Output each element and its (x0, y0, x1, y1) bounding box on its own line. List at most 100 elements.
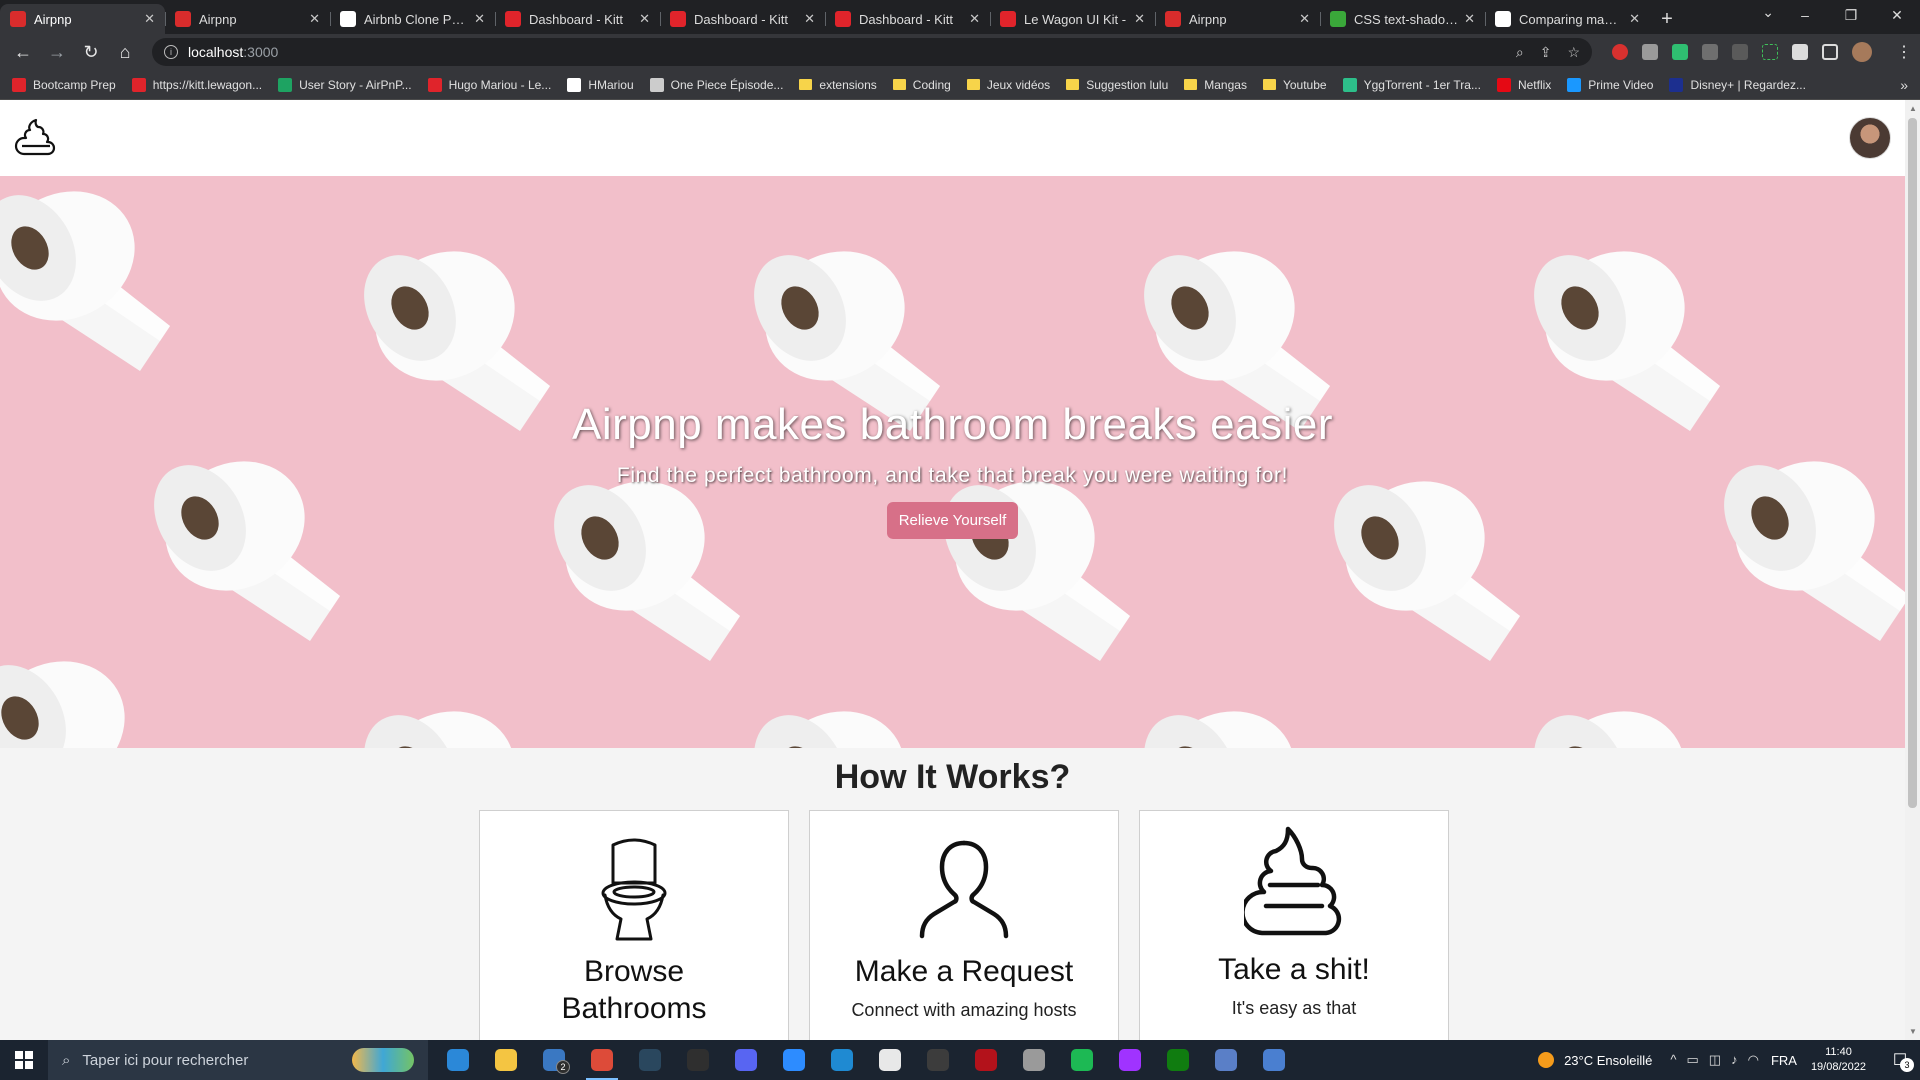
card-text: It's easy as that (1231, 998, 1357, 1018)
xbox-icon[interactable] (1154, 1040, 1202, 1080)
page-scrollbar[interactable]: ▲ ▼ (1905, 100, 1920, 1040)
bookmark-item[interactable]: HMariou (567, 77, 634, 92)
zoom-icon[interactable] (770, 1040, 818, 1080)
chevron-up-icon[interactable]: ^ (1670, 1052, 1676, 1068)
extension-icon[interactable] (1642, 44, 1658, 60)
notification-center-icon[interactable]: ☐3 (1880, 1040, 1920, 1080)
app-clock-icon[interactable] (1010, 1040, 1058, 1080)
relieve-yourself-button[interactable]: Relieve Yourself (886, 501, 1019, 539)
bookmarks-overflow-icon[interactable]: » (1900, 77, 1908, 93)
browser-menu-icon[interactable]: ⋮ (1896, 42, 1912, 62)
tab-close-icon[interactable]: ✕ (639, 11, 650, 27)
tab-close-icon[interactable]: ✕ (1464, 11, 1475, 27)
bookmark-folder[interactable]: Suggestion lulu (1066, 78, 1168, 92)
bookmark-item[interactable]: Hugo Mariou - Le... (427, 77, 551, 92)
messenger-icon[interactable] (1106, 1040, 1154, 1080)
bookmark-folder[interactable]: Coding (892, 78, 951, 92)
tab-search-icon[interactable]: ⌄ (1762, 4, 1774, 21)
bookmark-item[interactable]: https://kitt.lewagon... (131, 77, 262, 92)
bookmark-folder[interactable]: Jeux vidéos (966, 78, 1050, 92)
browser-tab[interactable]: Le Wagon UI Kit - ✕ (990, 4, 1155, 34)
bookmark-item[interactable]: Prime Video (1567, 77, 1653, 92)
browser-tab[interactable]: Dashboard - Kitt ✕ (660, 4, 825, 34)
tab-close-icon[interactable]: ✕ (1629, 11, 1640, 27)
volume-icon[interactable]: ♪ (1731, 1052, 1738, 1068)
zoom-icon[interactable]: ⌕ (1516, 44, 1524, 61)
site-info-icon[interactable]: i (164, 45, 178, 59)
star-icon[interactable]: ☆ (1567, 44, 1580, 61)
browser-tab[interactable]: Dashboard - Kitt ✕ (825, 4, 990, 34)
vscode-icon[interactable] (818, 1040, 866, 1080)
browser-profile-avatar[interactable] (1852, 42, 1872, 62)
app-diamond-icon[interactable] (1202, 1040, 1250, 1080)
tab-close-icon[interactable]: ✕ (804, 11, 815, 27)
tab-close-icon[interactable]: ✕ (474, 11, 485, 27)
extension-gray-icon[interactable] (1702, 44, 1718, 60)
site-logo-poop-icon[interactable] (14, 116, 58, 160)
steam-icon[interactable] (626, 1040, 674, 1080)
close-icon[interactable]: ✕ (1874, 0, 1920, 30)
bookmark-folder[interactable]: Youtube (1262, 78, 1327, 92)
bookmark-folder[interactable]: Mangas (1184, 78, 1247, 92)
restore-icon[interactable]: ❐ (1828, 0, 1874, 30)
explorer-icon[interactable] (482, 1040, 530, 1080)
start-button[interactable] (0, 1040, 48, 1080)
browser-tab[interactable]: CSS text-shadow p ✕ (1320, 4, 1485, 34)
scroll-up-icon[interactable]: ▲ (1909, 104, 1917, 113)
share-icon[interactable]: ⇪ (1540, 44, 1552, 61)
chrome-icon[interactable] (578, 1040, 626, 1080)
bookmark-item[interactable]: Bootcamp Prep (12, 77, 116, 92)
store-icon[interactable] (434, 1040, 482, 1080)
discord-icon[interactable] (722, 1040, 770, 1080)
bookmark-item[interactable]: YggTorrent - 1er Tra... (1342, 77, 1481, 92)
side-panel-icon[interactable] (1822, 44, 1838, 60)
forward-icon[interactable]: → (42, 37, 72, 67)
minimize-icon[interactable]: – (1782, 0, 1828, 30)
terminal-icon[interactable] (914, 1040, 962, 1080)
user-avatar[interactable] (1849, 117, 1891, 159)
extension-dim-icon[interactable] (1732, 44, 1748, 60)
scroll-down-icon[interactable]: ▼ (1909, 1027, 1917, 1036)
weather-text[interactable]: 23°C Ensoleillé (1564, 1053, 1652, 1068)
address-bar[interactable]: i localhost:3000 ⌕ ⇪ ☆ (152, 38, 1592, 66)
browser-tab[interactable]: Dashboard - Kitt ✕ (495, 4, 660, 34)
weather-sun-icon[interactable] (1538, 1052, 1555, 1068)
bookmark-item[interactable]: One Piece Épisode... (649, 77, 783, 92)
browser-tab[interactable]: Airpnp ✕ (0, 4, 165, 34)
home-icon[interactable]: ⌂ (110, 37, 140, 67)
adblock-extension-icon[interactable] (1612, 44, 1628, 60)
tab-close-icon[interactable]: ✕ (309, 11, 320, 27)
mail-icon[interactable]: 2 (530, 1040, 578, 1080)
bookmark-item[interactable]: User Story - AirPnP... (278, 77, 412, 92)
slack-icon[interactable] (866, 1040, 914, 1080)
tab-close-icon[interactable]: ✕ (1299, 11, 1310, 27)
wifi-icon[interactable]: ◠ (1748, 1052, 1759, 1068)
clock[interactable]: 11:40 19/08/2022 (1811, 1045, 1866, 1075)
epic-icon[interactable] (674, 1040, 722, 1080)
reload-icon[interactable]: ↻ (76, 37, 106, 67)
network-icon[interactable]: ◫ (1709, 1052, 1721, 1068)
bookmark-item[interactable]: Disney+ | Regardez... (1669, 77, 1806, 92)
tab-favicon-icon (340, 11, 356, 27)
tab-close-icon[interactable]: ✕ (144, 11, 155, 27)
extension-green-icon[interactable] (1672, 44, 1688, 60)
browser-tab[interactable]: Comparing master ✕ (1485, 4, 1650, 34)
browser-tab[interactable]: Airpnp ✕ (1155, 4, 1320, 34)
bookmark-folder[interactable]: extensions (799, 78, 877, 92)
spotify-icon[interactable] (1058, 1040, 1106, 1080)
language-indicator[interactable]: FRA (1771, 1053, 1797, 1068)
bookmark-item[interactable]: Netflix (1496, 77, 1551, 92)
taskbar-search[interactable]: ⌕ Taper ici pour rechercher (48, 1040, 428, 1080)
battery-icon[interactable]: ▭ (1687, 1052, 1699, 1068)
tab-close-icon[interactable]: ✕ (969, 11, 980, 27)
browser-tab[interactable]: Airpnp ✕ (165, 4, 330, 34)
puzzle-icon[interactable] (1792, 44, 1808, 60)
app-red-icon[interactable] (962, 1040, 1010, 1080)
extension-dashed-icon[interactable] (1762, 44, 1778, 60)
browser-tab[interactable]: Airbnb Clone Proje ✕ (330, 4, 495, 34)
back-icon[interactable]: ← (8, 37, 38, 67)
qbittorrent-icon[interactable] (1250, 1040, 1298, 1080)
tab-close-icon[interactable]: ✕ (1134, 11, 1145, 27)
new-tab-button[interactable]: + (1650, 4, 1684, 34)
scrollbar-thumb[interactable] (1908, 118, 1917, 808)
